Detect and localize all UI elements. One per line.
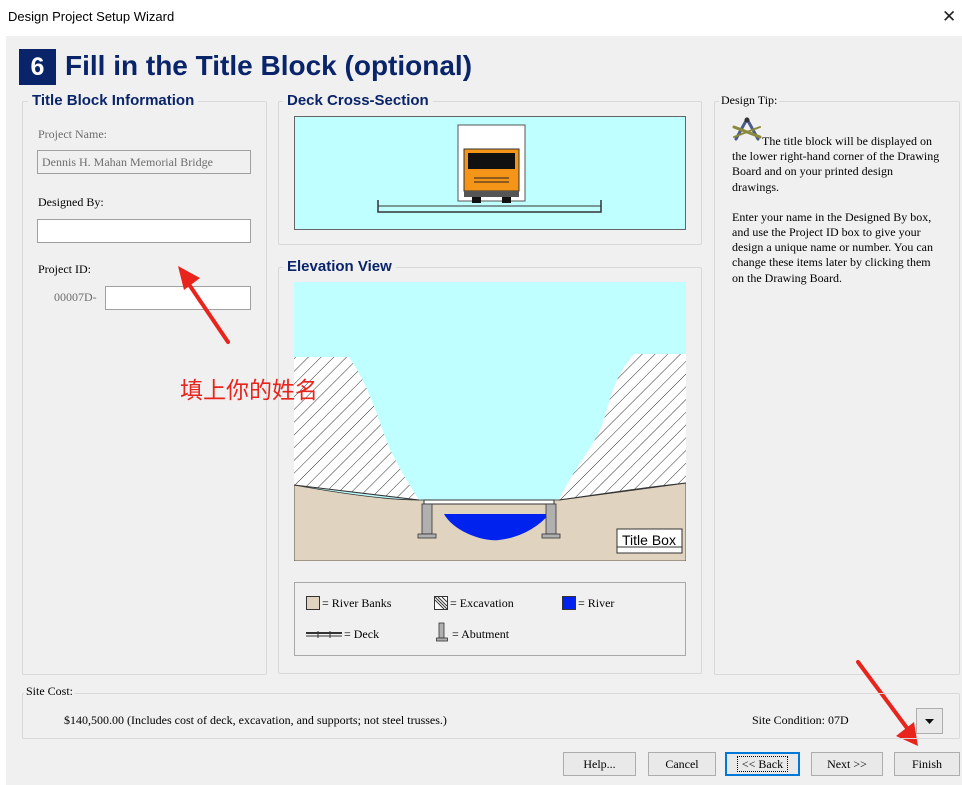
- title-bar: Design Project Setup Wizard ✕: [0, 0, 962, 36]
- abutment-swatch: [436, 622, 448, 642]
- site-cost-label: Site Cost:: [24, 684, 76, 699]
- legend-river: = River: [578, 596, 615, 610]
- elevation-view-heading: Elevation View: [283, 259, 396, 275]
- chevron-down-icon: [925, 719, 934, 724]
- deck-swatch: [306, 627, 342, 639]
- deck-cross-section-picture: [294, 116, 686, 230]
- excavation-swatch: [434, 596, 448, 610]
- site-condition-label: Site Condition: 07D: [752, 713, 849, 727]
- title-box-label: Title Box: [622, 532, 676, 548]
- project-name-label: Project Name:: [38, 127, 107, 141]
- site-condition-dropdown[interactable]: [916, 708, 943, 734]
- window-title: Design Project Setup Wizard: [8, 9, 175, 24]
- title-block-heading: Title Block Information: [28, 93, 199, 109]
- designed-by-label: Designed By:: [38, 195, 104, 209]
- elevation-view-picture: Title Box: [293, 282, 687, 562]
- project-id-label: Project ID:: [38, 262, 91, 276]
- annotation-text: 填上你的姓名: [180, 378, 318, 404]
- legend-river-banks: = River Banks: [322, 596, 392, 610]
- legend-deck: = Deck: [344, 627, 380, 641]
- close-icon[interactable]: ✕: [942, 7, 956, 27]
- design-tip-paragraph-1: The title block will be displayed on the…: [732, 134, 940, 194]
- legend-box: [294, 582, 686, 656]
- project-name-field: Dennis H. Mahan Memorial Bridge: [37, 150, 251, 174]
- finish-button[interactable]: Finish: [894, 752, 960, 776]
- legend-abutment: = Abutment: [452, 627, 510, 641]
- back-button[interactable]: << Back: [725, 752, 800, 776]
- annotation-arrow-icon: [170, 258, 240, 348]
- cancel-button[interactable]: Cancel: [648, 752, 716, 776]
- design-tip-paragraph-2: Enter your name in the Designed By box, …: [732, 209, 933, 285]
- river-banks-swatch: [306, 596, 320, 610]
- design-tip-heading: Design Tip:: [719, 93, 780, 108]
- site-cost-value: $140,500.00 (Includes cost of deck, exca…: [64, 713, 447, 727]
- back-button-label: << Back: [736, 756, 789, 772]
- legend-excavation: = Excavation: [450, 596, 514, 610]
- next-button[interactable]: Next >>: [811, 752, 883, 776]
- page-title: Fill in the Title Block (optional): [65, 50, 473, 81]
- deck-cross-section-heading: Deck Cross-Section: [283, 93, 433, 109]
- step-number-badge: 6: [19, 49, 56, 85]
- project-id-prefix: 00007D-: [54, 290, 97, 304]
- river-swatch: [562, 596, 576, 610]
- design-tip-text: The title block will be displayed on the…: [732, 134, 942, 286]
- designed-by-input[interactable]: [37, 219, 251, 243]
- help-button[interactable]: Help...: [563, 752, 636, 776]
